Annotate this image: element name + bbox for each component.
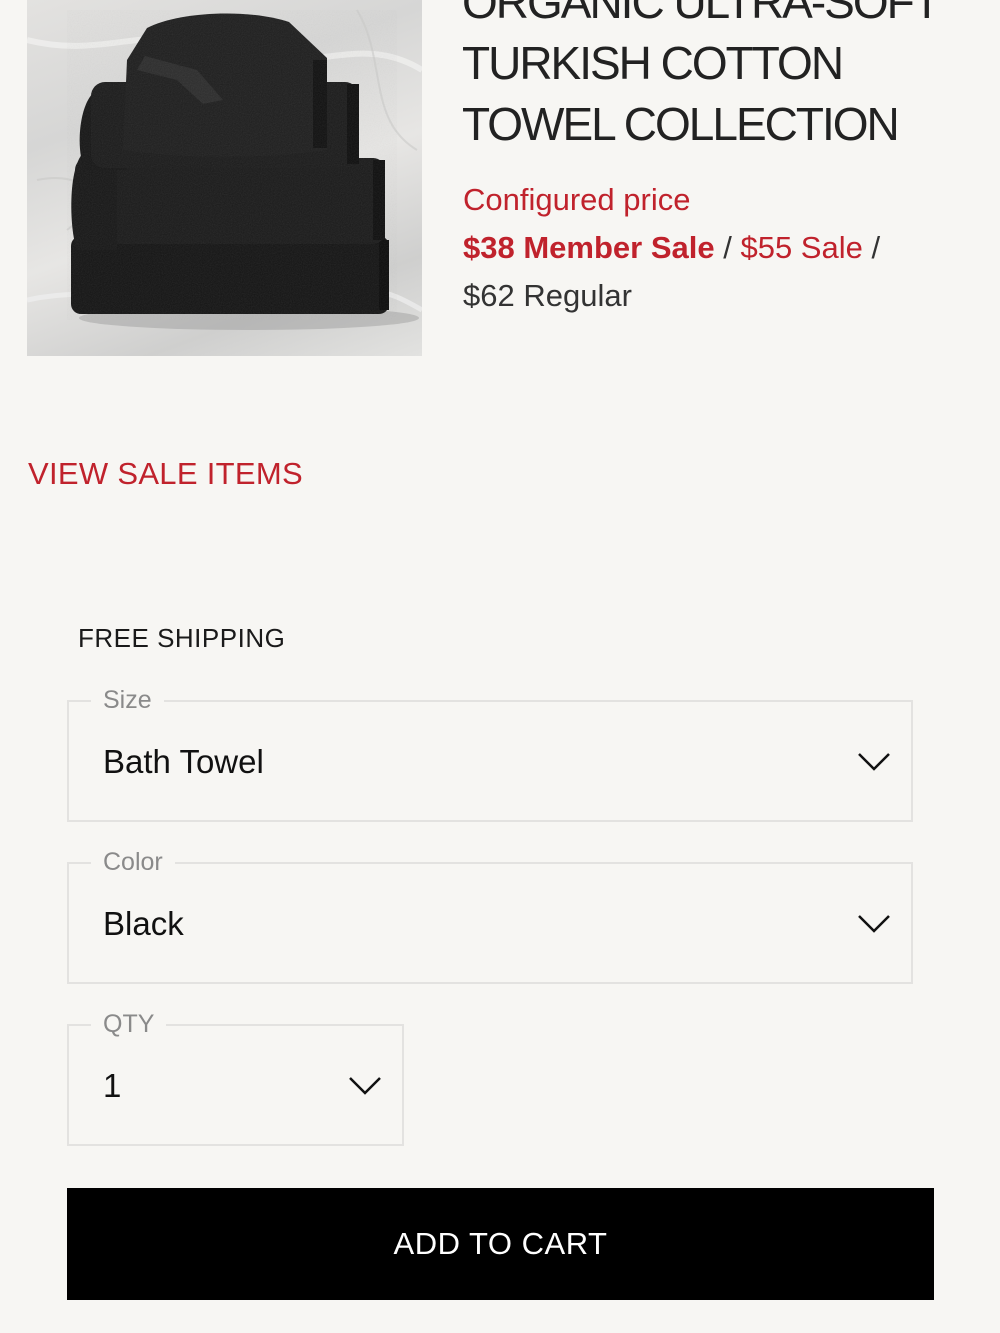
quantity-value: 1 [103, 1067, 122, 1104]
quantity-label: QTY [91, 1009, 167, 1039]
price-line-1: $38 Member Sale / $55 Sale / [463, 224, 880, 272]
product-image[interactable] [27, 0, 422, 356]
price-separator: / [723, 230, 732, 265]
color-value: Black [103, 905, 184, 942]
chevron-down-icon [349, 1077, 381, 1095]
member-sale-price: $38 Member Sale [463, 230, 715, 265]
chevron-down-icon [858, 915, 890, 933]
configured-price-label: Configured price [463, 182, 691, 217]
view-sale-items-link[interactable]: VIEW SALE ITEMS [28, 456, 303, 492]
quantity-select[interactable]: QTY 1 [67, 1009, 404, 1146]
price-block: Configured price $38 Member Sale / $55 S… [463, 176, 880, 320]
product-title-line-3: TOWEL COLLECTION [462, 98, 900, 150]
sale-price: $55 Sale [740, 230, 863, 265]
chevron-down-icon [858, 753, 890, 771]
regular-price: $62 Regular [463, 278, 632, 313]
add-to-cart-button[interactable]: ADD TO CART [67, 1188, 934, 1300]
product-title-line-2: TURKISH COTTON [462, 37, 844, 89]
price-separator: / [871, 230, 881, 265]
size-label: Size [91, 685, 164, 715]
size-select[interactable]: Size Bath Towel [67, 685, 913, 822]
product-title-line-1: ORGANIC ULTRA-SOFT [462, 0, 941, 28]
product-title: ORGANIC ULTRA-SOFT TURKISH COTTON TOWEL … [462, 0, 982, 155]
color-label: Color [91, 847, 175, 877]
free-shipping-label: FREE SHIPPING [78, 623, 286, 653]
size-value: Bath Towel [103, 743, 264, 780]
color-select[interactable]: Color Black [67, 847, 913, 984]
